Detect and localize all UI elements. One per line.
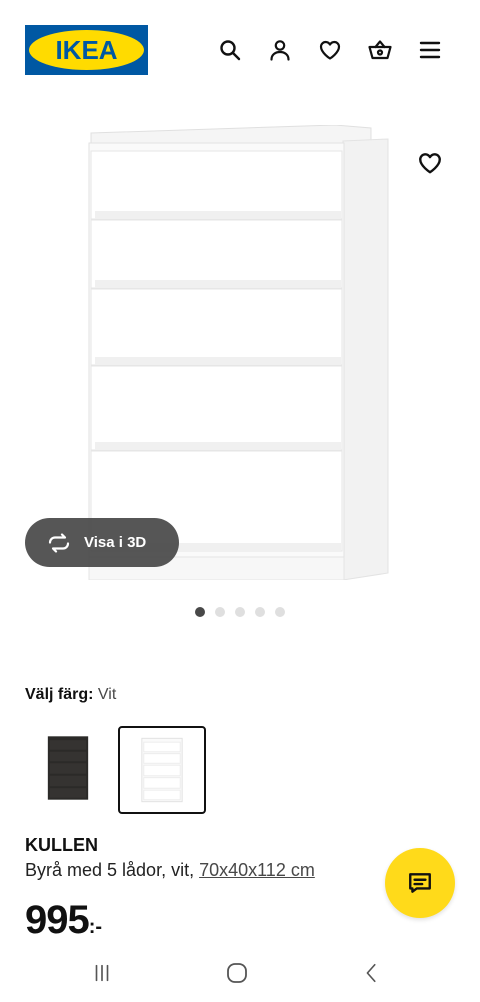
product-description: Byrå med 5 lådor, vit, 70x40x112 cm <box>25 860 315 881</box>
product-name: KULLEN <box>25 835 98 855</box>
carousel-dots <box>195 607 285 617</box>
color-label: Välj färg: Vit <box>25 686 116 704</box>
recent-apps-icon[interactable] <box>87 959 117 987</box>
carousel-dot[interactable] <box>215 607 225 617</box>
product-image[interactable] <box>85 124 390 581</box>
home-icon[interactable] <box>222 959 252 987</box>
logo-oval: IKEA <box>29 30 144 70</box>
rotate-3d-icon <box>48 532 70 553</box>
color-label-title: Välj färg: <box>25 686 94 703</box>
product-price: 995:- <box>25 898 102 943</box>
carousel-dot[interactable] <box>275 607 285 617</box>
color-swatch-black-brown[interactable] <box>26 726 110 810</box>
selected-color: Vit <box>97 686 117 703</box>
favourites-icon[interactable] <box>317 37 343 63</box>
chat-button[interactable] <box>385 848 455 918</box>
swatch-image-white <box>141 737 183 803</box>
view-in-3d-label: Visa i 3D <box>84 534 147 551</box>
carousel-dot[interactable] <box>255 607 265 617</box>
back-icon[interactable] <box>357 959 387 987</box>
color-swatch-white[interactable] <box>118 726 206 814</box>
carousel-dot[interactable] <box>235 607 245 617</box>
swatch-image-black-brown <box>47 736 89 800</box>
header: IKEA <box>0 0 480 100</box>
save-to-favourites-icon[interactable] <box>415 148 445 178</box>
carousel-dot[interactable] <box>195 607 205 617</box>
menu-icon[interactable] <box>417 37 443 63</box>
chat-icon <box>409 873 431 893</box>
logo-text: IKEA <box>55 34 118 65</box>
price-suffix: :- <box>88 916 103 938</box>
price-value: 995 <box>25 898 90 942</box>
account-icon[interactable] <box>267 37 293 63</box>
view-in-3d-button[interactable]: Visa i 3D <box>25 518 179 567</box>
ikea-logo[interactable]: IKEA <box>25 25 148 75</box>
product-size-link[interactable]: 70x40x112 cm <box>199 860 315 880</box>
cart-icon[interactable] <box>367 37 393 63</box>
system-navigation-bar <box>0 945 480 1002</box>
search-icon[interactable] <box>217 37 243 63</box>
product-description-text: Byrå med 5 lådor, vit, <box>25 860 195 880</box>
